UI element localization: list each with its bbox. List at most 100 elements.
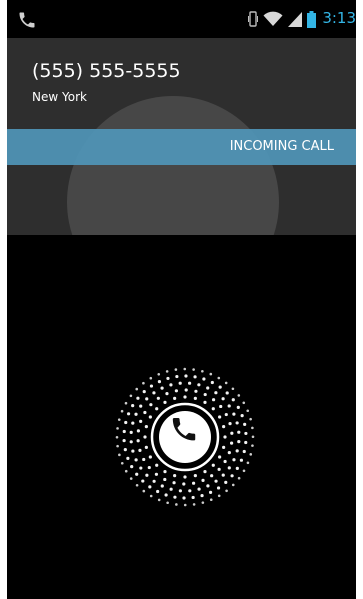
glow-dot bbox=[169, 487, 173, 491]
glow-dot bbox=[174, 368, 178, 371]
glow-dot bbox=[129, 430, 133, 434]
glow-dot bbox=[172, 481, 176, 485]
glow-dot bbox=[231, 387, 235, 391]
glow-dot bbox=[166, 501, 169, 505]
glow-dot bbox=[209, 498, 213, 502]
glow-dot bbox=[131, 404, 135, 408]
glow-dot bbox=[242, 449, 246, 454]
glow-dot bbox=[135, 483, 139, 487]
glow-dot bbox=[117, 418, 121, 421]
glow-dot bbox=[184, 374, 188, 378]
status-bar: 3:13 bbox=[7, 0, 356, 38]
glow-dot bbox=[240, 414, 244, 418]
glow-dot bbox=[206, 386, 210, 390]
caller-location: New York bbox=[32, 90, 87, 104]
glow-dot bbox=[126, 412, 131, 416]
glow-dot bbox=[164, 493, 168, 497]
glow-dot bbox=[149, 384, 154, 388]
glow-dot bbox=[223, 459, 227, 464]
glow-dot bbox=[122, 438, 126, 443]
glow-dot bbox=[154, 472, 159, 476]
glow-dot bbox=[208, 490, 213, 494]
glow-dot bbox=[191, 495, 195, 500]
glow-dot bbox=[142, 489, 146, 493]
glow-dot bbox=[124, 401, 128, 405]
glow-dot bbox=[202, 377, 206, 381]
glow-dot bbox=[175, 374, 179, 379]
glow-dot bbox=[222, 445, 226, 449]
glow-dot bbox=[221, 473, 225, 477]
glow-dot bbox=[216, 486, 221, 490]
glow-dot bbox=[182, 496, 186, 500]
glow-dot bbox=[126, 456, 130, 460]
glow-dot bbox=[183, 367, 187, 371]
glow-dot bbox=[201, 478, 205, 483]
glow-dot bbox=[169, 383, 173, 387]
glow-dot bbox=[243, 422, 247, 426]
glow-dot bbox=[173, 474, 177, 478]
glow-dot bbox=[230, 441, 234, 445]
status-icons bbox=[248, 10, 316, 28]
glow-dot bbox=[214, 479, 218, 483]
glow-dot bbox=[194, 389, 198, 393]
glow-dot bbox=[251, 435, 255, 439]
glow-dot bbox=[178, 381, 182, 385]
glow-dot bbox=[160, 386, 164, 390]
glow-dot bbox=[231, 483, 235, 487]
glow-dot bbox=[135, 387, 139, 391]
glow-dot bbox=[228, 422, 232, 426]
glow-dot bbox=[235, 421, 239, 425]
glow-dot bbox=[129, 477, 133, 480]
caller-number: (555) 555-5555 bbox=[32, 60, 181, 82]
glow-dot bbox=[124, 420, 128, 425]
glow-dot bbox=[165, 370, 169, 373]
glow-dot bbox=[139, 419, 143, 423]
glow-dot bbox=[115, 435, 119, 439]
glow-dot bbox=[210, 380, 214, 385]
glow-dot bbox=[182, 482, 186, 486]
glow-dot bbox=[217, 494, 221, 498]
glow-dot bbox=[152, 479, 156, 483]
glow-dot bbox=[225, 489, 228, 493]
glow-dot bbox=[120, 409, 124, 413]
glow-dot bbox=[116, 444, 119, 448]
glow-dot bbox=[157, 372, 161, 376]
glow-dot bbox=[206, 484, 210, 488]
glow-dot bbox=[217, 376, 221, 380]
glow-dot bbox=[221, 397, 225, 401]
glow-dot bbox=[222, 425, 226, 429]
glow-dot bbox=[201, 369, 204, 373]
phone-icon bbox=[19, 12, 35, 28]
glow-dot bbox=[244, 440, 248, 445]
glow-dot bbox=[166, 376, 170, 381]
glow-dot bbox=[218, 385, 222, 389]
glow-dot bbox=[118, 453, 121, 457]
glow-dot bbox=[134, 458, 138, 462]
glow-dot bbox=[242, 401, 246, 405]
glow-dot bbox=[224, 412, 228, 417]
glow-dot bbox=[183, 395, 187, 399]
call-state-bar: INCOMING CALL bbox=[7, 129, 356, 165]
phone-screen: 3:13 (555) 555-5555 New York INCOMING CA… bbox=[7, 0, 356, 599]
glow-dot bbox=[142, 381, 145, 385]
vibrate-icon bbox=[248, 11, 258, 27]
call-state-label: INCOMING CALL bbox=[229, 139, 334, 154]
glow-dot bbox=[230, 474, 234, 478]
glow-dot bbox=[197, 487, 201, 491]
glow-dot bbox=[123, 448, 127, 452]
glow-dot bbox=[149, 494, 153, 498]
glow-dot bbox=[156, 396, 160, 400]
glow-dot bbox=[251, 444, 254, 447]
glow-dot bbox=[239, 458, 244, 462]
answer-call-handle[interactable] bbox=[149, 401, 221, 473]
wifi-icon bbox=[263, 11, 283, 26]
battery-icon bbox=[307, 10, 316, 28]
glow-dot bbox=[122, 429, 126, 434]
glow-dot bbox=[130, 465, 134, 469]
glow-dot bbox=[201, 501, 205, 504]
glow-dot bbox=[225, 391, 229, 395]
glow-dot bbox=[149, 376, 153, 380]
glow-dot bbox=[120, 461, 124, 465]
signal-icon bbox=[288, 12, 302, 27]
glow-dot bbox=[232, 458, 236, 462]
